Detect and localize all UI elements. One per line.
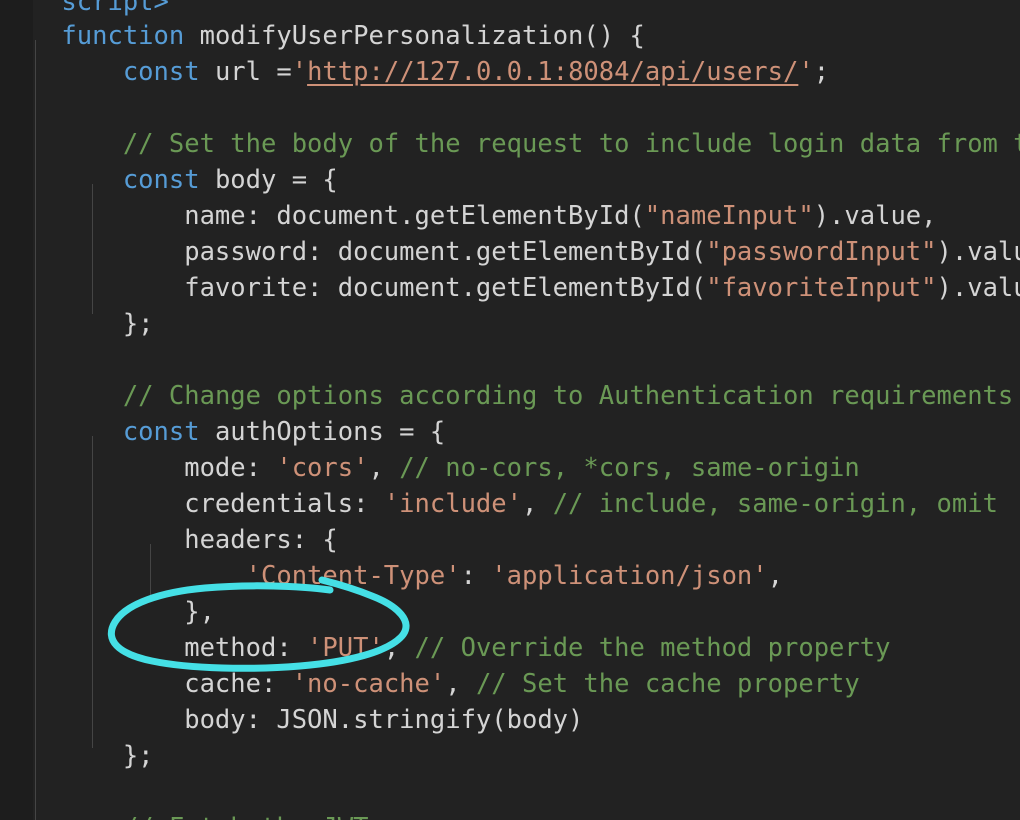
token-link: http://127.0.0.1:8084/api/users/ — [307, 57, 799, 87]
token-comment: // include, same-origin, omit — [552, 489, 998, 519]
token-plain: , — [383, 633, 415, 663]
token-comment: // Override the method property — [414, 633, 891, 663]
token-plain: body: JSON.stringify(body) — [0, 705, 584, 735]
token-plain: , — [368, 453, 400, 483]
line-opt-headers[interactable]: headers: { — [0, 522, 338, 558]
line-authoptions-close[interactable]: }; — [0, 738, 154, 774]
token-plain: }; — [0, 741, 154, 771]
code-content[interactable]: script> function modifyUserPersonalizati… — [0, 0, 1020, 820]
line-const-authoptions[interactable]: const authOptions = { — [0, 414, 445, 450]
token-string: "nameInput" — [644, 201, 814, 231]
token-string: 'cors' — [276, 453, 369, 483]
token-plain: credentials: — [0, 489, 384, 519]
token-comment: // Fetch the JWT — [123, 813, 369, 820]
token-plain: , — [521, 489, 553, 519]
code-editor-viewport: script> function modifyUserPersonalizati… — [0, 0, 1020, 820]
token-plain: favorite: document.getElementById( — [0, 273, 707, 303]
line-comment-authoptions[interactable]: // Change options according to Authentic… — [0, 378, 1013, 414]
line-const-url[interactable]: const url ='http://127.0.0.1:8084/api/us… — [0, 54, 829, 90]
token-plain: ).value, — [813, 201, 937, 231]
token-plain: authOptions = { — [199, 417, 446, 447]
token-string: 'no-cache' — [291, 669, 446, 699]
token-keyword: const — [122, 57, 200, 87]
line-body-favorite[interactable]: favorite: document.getElementById("favor… — [0, 270, 1020, 306]
line-opt-cache[interactable]: cache: 'no-cache', // Set the cache prop… — [0, 666, 860, 702]
line-body-close[interactable]: }; — [0, 306, 154, 342]
line-headers-close[interactable]: }, — [0, 594, 215, 630]
token-plain: ).value, — [936, 237, 1020, 267]
token-plain: ).value, — [936, 273, 1020, 303]
token-comment: // no-cors, *cors, same-origin — [399, 453, 860, 483]
token-string: 'PUT' — [307, 633, 384, 663]
token-comment: // Set the cache property — [475, 669, 860, 699]
token-string: "passwordInput" — [706, 237, 937, 267]
line-opt-content-type[interactable]: 'Content-Type': 'application/json', — [0, 558, 783, 594]
line-opt-method[interactable]: method: 'PUT', // Override the method pr… — [0, 630, 890, 666]
token-string: ' — [291, 57, 308, 87]
token-plain: method: — [0, 633, 308, 663]
token-plain: modifyUserPersonalization() { — [184, 21, 645, 51]
line-comment-body[interactable]: // Set the body of the request to includ… — [0, 126, 1020, 162]
token-comment: // Set the body of the request to includ… — [122, 129, 1020, 159]
token-plain: , — [445, 669, 476, 699]
token-plain: : — [460, 561, 492, 591]
token-keyword: const — [122, 417, 200, 447]
token-string: ' — [798, 57, 814, 87]
token-comment: // Change options according to Authentic… — [122, 381, 1014, 411]
token-plain: mode: — [0, 453, 277, 483]
line-opt-mode[interactable]: mode: 'cors', // no-cors, *cors, same-or… — [0, 450, 860, 486]
line-opt-credentials[interactable]: credentials: 'include', // include, same… — [0, 486, 998, 522]
token-plain: url = — [199, 57, 292, 87]
token-plain: headers: { — [0, 525, 338, 555]
token-plain: cache: — [0, 669, 292, 699]
token-string: 'Content-Type' — [245, 561, 461, 591]
token-keyword: script> — [61, 0, 169, 17]
token-plain: }, — [0, 597, 215, 627]
line-body-name[interactable]: name: document.getElementById("nameInput… — [0, 198, 937, 234]
token-string: 'application/json' — [491, 561, 768, 591]
token-plain: }; — [0, 309, 154, 339]
token-plain: password: document.getElementById( — [0, 237, 707, 267]
line-script-tag[interactable]: script> — [0, 0, 169, 20]
token-keyword: function — [61, 21, 185, 51]
token-plain: body = { — [199, 165, 338, 195]
line-opt-body[interactable]: body: JSON.stringify(body) — [0, 702, 583, 738]
line-const-body[interactable]: const body = { — [0, 162, 338, 198]
token-plain: ; — [813, 57, 830, 87]
token-string: 'include' — [383, 489, 522, 519]
token-string: "favoriteInput" — [706, 273, 937, 303]
line-comment-fetch-jwt[interactable]: // Fetch the JWT — [0, 810, 369, 820]
token-plain: , — [767, 561, 783, 591]
line-body-password[interactable]: password: document.getElementById("passw… — [0, 234, 1020, 270]
token-plain: name: document.getElementById( — [0, 201, 645, 231]
line-function-decl[interactable]: function modifyUserPersonalization() { — [0, 18, 645, 54]
token-keyword: const — [122, 165, 200, 195]
